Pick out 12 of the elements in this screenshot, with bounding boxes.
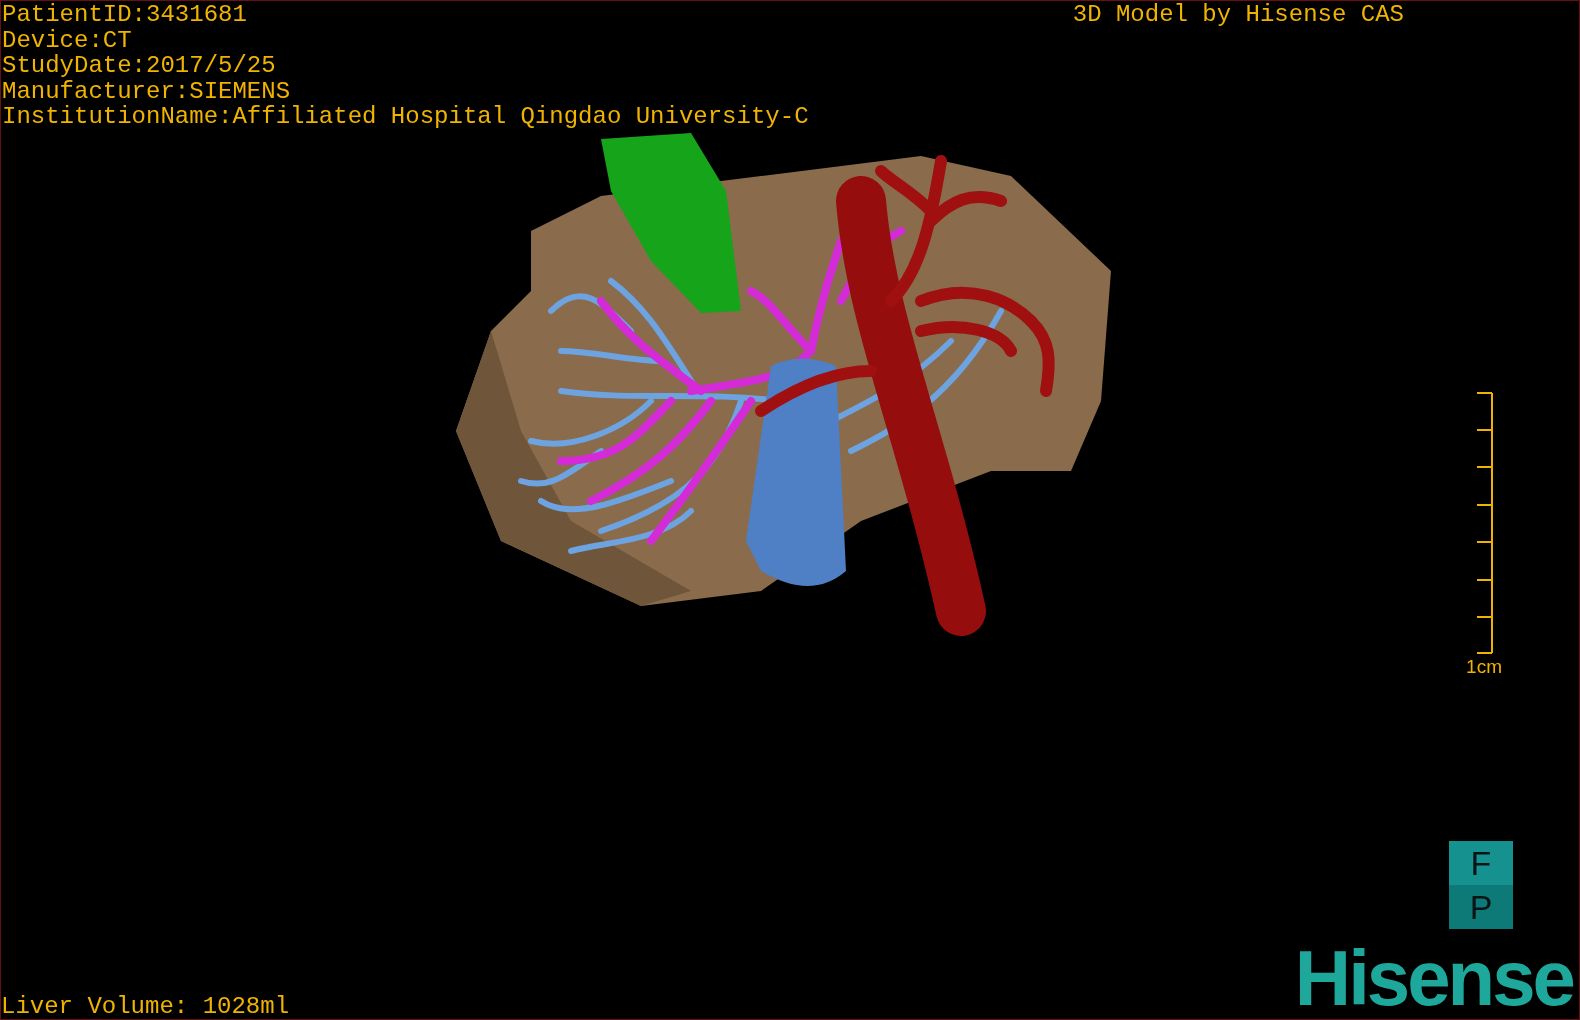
orientation-marker[interactable]: F P <box>1449 841 1513 929</box>
patient-info-text: StudyDate:2017/5/25 <box>2 53 277 79</box>
brand-logo: Hisense <box>1294 943 1573 1013</box>
liver-volume-text: Liver Volume: 1028ml <box>1 993 290 1019</box>
viewer-title: 3D Model by Hisense CAS <box>1072 2 1404 30</box>
patient-info-text: PatientID:3431681 <box>2 2 248 28</box>
patient-info-text: InstitutionName:Affiliated Hospital Qingdao University-C <box>2 104 809 130</box>
orientation-face: P <box>1449 885 1513 929</box>
orientation-face: F <box>1449 841 1513 885</box>
patient-info-text: Manufacturer:SIEMENS <box>2 78 292 104</box>
scale-label: 1cm <box>1466 654 1502 679</box>
patient-info-text: Device:CT <box>2 27 133 53</box>
